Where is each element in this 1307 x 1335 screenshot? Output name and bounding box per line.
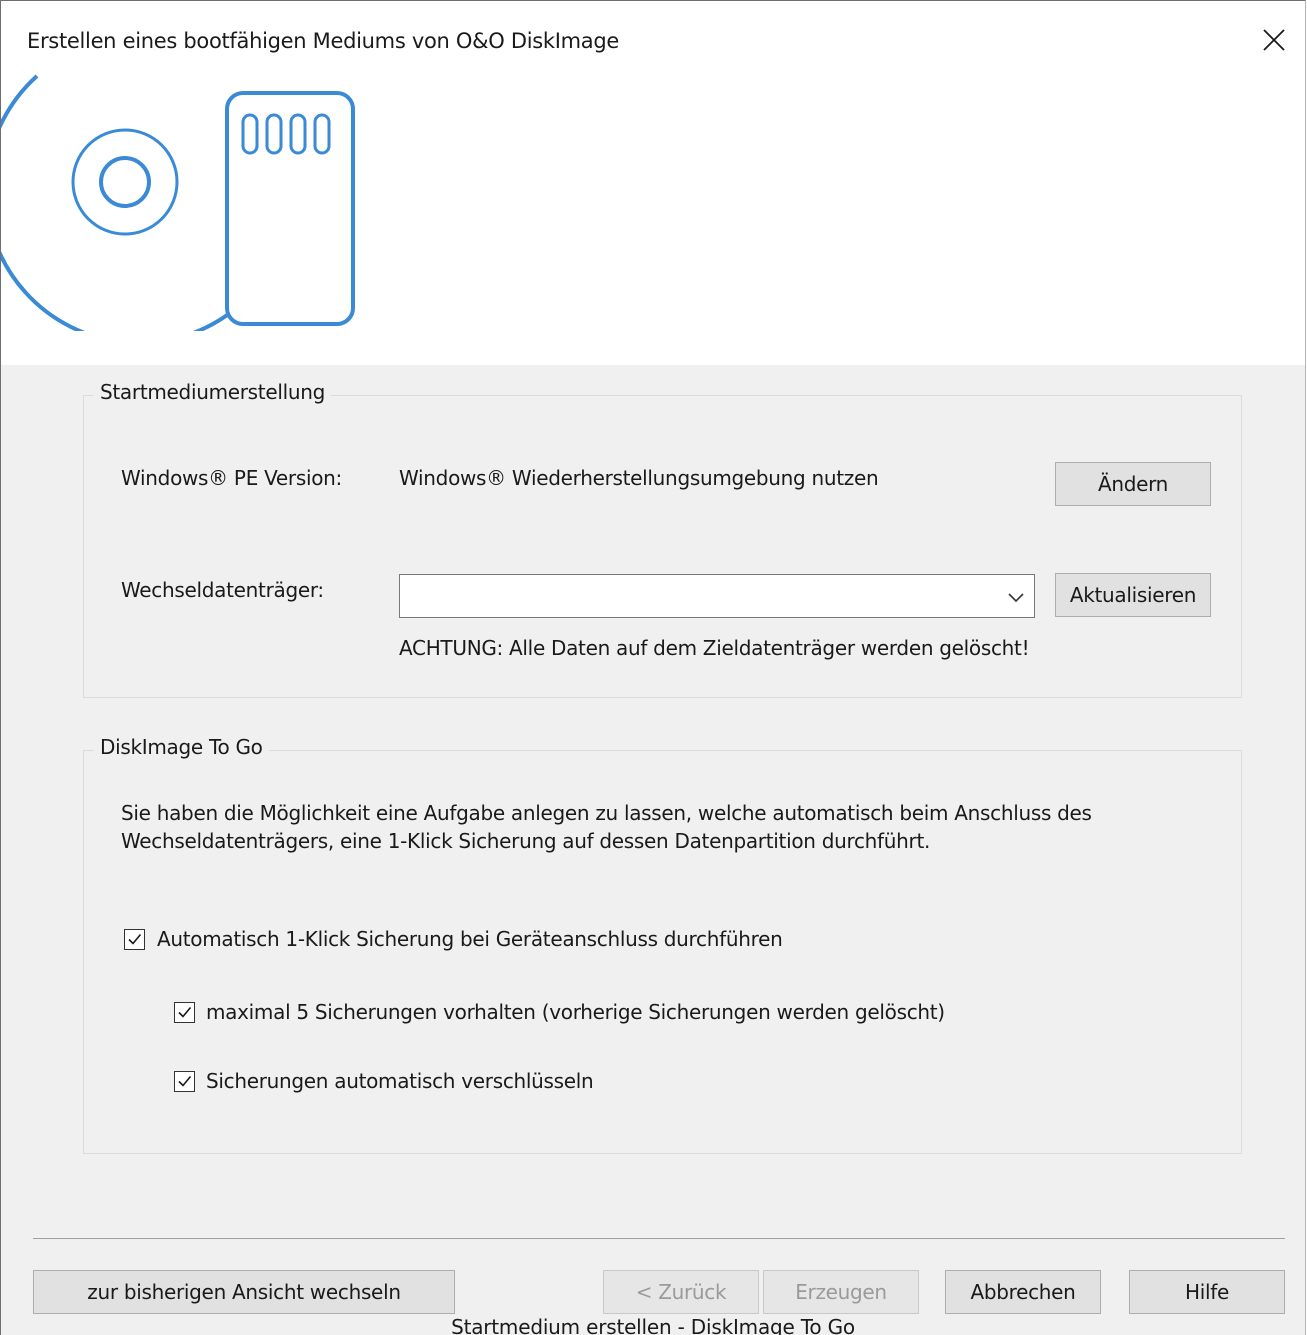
dialog-window: Erstellen eines bootfähigen Mediums von … — [0, 0, 1306, 1335]
togo-description: Sie haben die Möglichkeit eine Aufgabe a… — [121, 799, 1201, 855]
checkmark-icon — [128, 933, 142, 945]
togo-group: DiskImage To Go Sie haben die Möglichkei… — [83, 735, 1242, 1154]
footer-separator — [33, 1238, 1285, 1239]
startmedium-group: Startmediumerstellung Windows® PE Versio… — [83, 380, 1242, 698]
close-button[interactable] — [1257, 23, 1291, 57]
change-button[interactable]: Ändern — [1055, 462, 1211, 506]
max-backups-label[interactable]: maximal 5 Sicherungen vorhalten (vorheri… — [206, 1000, 945, 1024]
checkmark-icon — [178, 1006, 192, 1018]
warning-text: ACHTUNG: Alle Daten auf dem Zieldatenträ… — [399, 636, 1030, 660]
encrypt-backups-checkbox[interactable] — [174, 1071, 195, 1092]
switch-view-button[interactable]: zur bisherigen Ansicht wechseln — [33, 1270, 455, 1314]
togo-description-line1: Sie haben die Möglichkeit eine Aufgabe a… — [121, 801, 1092, 825]
screenshot-caption: Startmedium erstellen - DiskImage To Go — [451, 1315, 855, 1335]
auto-backup-checkbox[interactable] — [124, 929, 145, 950]
togo-description-line2: Wechseldatenträgers, eine 1-Klick Sicher… — [121, 829, 931, 853]
checkmark-icon — [178, 1075, 192, 1087]
chevron-down-icon — [1008, 593, 1024, 603]
dialog-title: Erstellen eines bootfähigen Mediums von … — [27, 29, 620, 53]
help-button[interactable]: Hilfe — [1129, 1270, 1285, 1314]
max-backups-checkbox[interactable] — [174, 1002, 195, 1023]
togo-legend: DiskImage To Go — [94, 735, 269, 759]
back-button[interactable]: < Zurück — [603, 1270, 759, 1314]
dialog-body: Startmediumerstellung Windows® PE Versio… — [1, 365, 1305, 1335]
boot-media-illustration-icon — [1, 74, 355, 331]
drive-select[interactable] — [399, 574, 1035, 618]
refresh-button[interactable]: Aktualisieren — [1055, 573, 1211, 617]
startmedium-legend: Startmediumerstellung — [94, 380, 332, 404]
dialog-header: Erstellen eines bootfähigen Mediums von … — [1, 1, 1305, 365]
encrypt-backups-label[interactable]: Sicherungen automatisch verschlüsseln — [206, 1069, 594, 1093]
auto-backup-label[interactable]: Automatisch 1-Klick Sicherung bei Geräte… — [157, 927, 783, 951]
cancel-button[interactable]: Abbrechen — [945, 1270, 1101, 1314]
create-button[interactable]: Erzeugen — [763, 1270, 919, 1314]
pe-version-label: Windows® PE Version: — [121, 466, 342, 490]
pe-version-value: Windows® Wiederherstellungsumgebung nutz… — [399, 466, 879, 490]
drive-label: Wechseldatenträger: — [121, 578, 324, 602]
close-icon — [1263, 29, 1285, 51]
